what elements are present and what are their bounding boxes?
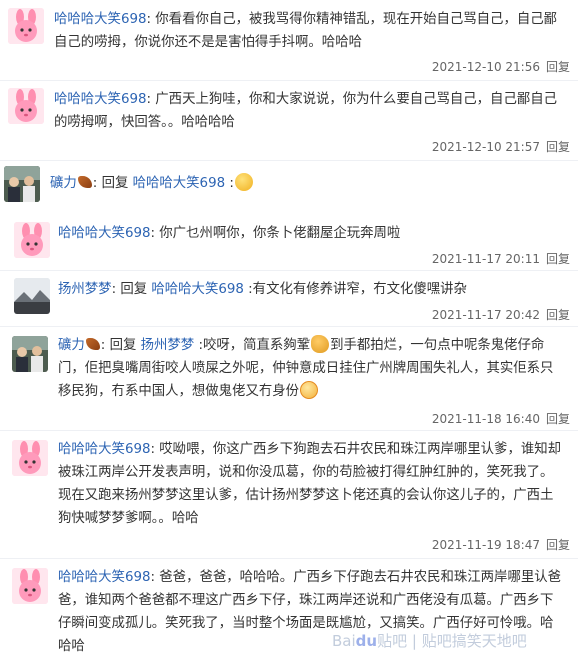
timestamp: 2021-11-18 16:40 — [431, 412, 540, 426]
username-link[interactable]: 哈哈哈大笑698 — [54, 12, 147, 27]
group-photo-avatar-icon — [12, 336, 48, 372]
avatar[interactable] — [14, 278, 50, 314]
reply-word: 回复 — [101, 176, 129, 191]
avatar[interactable] — [12, 336, 48, 372]
reply-button[interactable]: 回复 — [546, 140, 570, 154]
comment-text: 哈哈哈大笑698: 你看看你自己，被我骂得你精神错乱，现在开始自己骂自己，自己鄙… — [54, 12, 558, 50]
reply-target-link[interactable]: 哈哈哈大笑698 — [151, 282, 244, 297]
timestamp: 2021-12-10 21:57 — [431, 140, 540, 154]
laugh-emoji-icon — [300, 381, 319, 399]
timestamp: 2021-11-17 20:42 — [431, 308, 540, 322]
watermark-label: 贴吧 — [377, 632, 408, 650]
watermark-forum: 贴吧搞笑天地吧 — [421, 632, 527, 650]
comment-text: 礦力: 回复 哈哈哈大笑698 : — [50, 172, 560, 195]
drumstick-icon — [85, 338, 100, 350]
drumstick-icon — [77, 176, 92, 188]
username-link[interactable]: 哈哈哈大笑698 — [58, 570, 151, 585]
baidu-tieba-watermark: Baidu贴吧 | 贴吧搞笑天地吧 — [332, 630, 527, 651]
reply-button[interactable]: 回复 — [546, 252, 570, 266]
reply-button[interactable]: 回复 — [546, 60, 570, 74]
reply-target-link[interactable]: 扬州梦梦 — [141, 338, 195, 353]
comment-meta: 2021-11-18 16:40 回复 — [432, 410, 570, 427]
timestamp: 2021-11-17 20:11 — [431, 252, 540, 266]
comment-body: 你广乜州啊你，你条卜佬翻屋企玩奔周啦 — [159, 226, 401, 241]
comment-meta: 2021-12-10 21:57 回复 — [432, 138, 570, 155]
reply-word: 回复 — [120, 282, 148, 297]
reply-button[interactable]: 回复 — [546, 308, 570, 322]
bunny-avatar-icon — [12, 440, 48, 476]
comment-7: 哈哈哈大笑698: 哎呦喂，你这广西乡下狗跑去石井农民和珠江两岸哪里认爹，谁知却… — [0, 430, 578, 558]
comment-text: 哈哈哈大笑698: 你广乜州啊你，你条卜佬翻屋企玩奔周啦 — [58, 226, 401, 241]
comment-meta: 2021-11-17 20:42 回复 — [432, 306, 570, 323]
comment-text: 哈哈哈大笑698: 广西天上狗哇，你和大家说说，你为什么要自己骂自己，自己鄙自己… — [54, 92, 558, 130]
bunny-avatar-icon — [8, 88, 44, 124]
bunny-avatar-icon — [12, 568, 48, 604]
avatar[interactable] — [12, 568, 48, 604]
baidu-paw-icon: du — [355, 632, 378, 650]
username-link[interactable]: 扬州梦梦 — [58, 282, 112, 297]
comment-meta: 2021-12-10 21:56 回复 — [432, 58, 570, 75]
timestamp: 2021-12-10 21:56 — [431, 60, 540, 74]
reply-word: 回复 — [109, 338, 137, 353]
comment-body: :有文化有修养讲窄，冇文化傻嘿讲杂 — [248, 282, 467, 297]
comment-5: 扬州梦梦: 回复 哈哈哈大笑698 :有文化有修养讲窄，冇文化傻嘿讲杂 2021… — [0, 270, 578, 326]
comment-1: 哈哈哈大笑698: 你看看你自己，被我骂得你精神错乱，现在开始自己骂自己，自己鄙… — [0, 0, 578, 80]
comment-body-part-1: :咬呀，简直系夠鞏 — [198, 338, 311, 353]
comment-4: 哈哈哈大笑698: 你广乜州啊你，你条卜佬翻屋企玩奔周啦 2021-11-17 … — [0, 212, 578, 270]
watermark-separator: | — [411, 632, 417, 650]
comment-text: 礦力: 回复 扬州梦梦 :咬呀，简直系夠鞏 到手都拍烂，一句点中呢条鬼佬仔命门，佢… — [58, 334, 563, 403]
reply-button[interactable]: 回复 — [546, 538, 570, 552]
comment-text: 扬州梦梦: 回复 哈哈哈大笑698 :有文化有修养讲窄，冇文化傻嘿讲杂 — [58, 282, 467, 297]
comment-2: 哈哈哈大笑698: 广西天上狗哇，你和大家说说，你为什么要自己骂自己，自己鄙自己… — [0, 80, 578, 160]
username-link[interactable]: 礦力 — [50, 176, 77, 191]
comment-text: 哈哈哈大笑698: 哎呦喂，你这广西乡下狗跑去石井农民和珠江两岸哪里认爹，谁知却… — [58, 442, 562, 526]
avatar[interactable] — [12, 440, 48, 476]
comment-meta: 2021-11-19 18:47 回复 — [432, 536, 570, 553]
watermark-logo: Bai — [332, 632, 356, 650]
avatar[interactable] — [4, 166, 40, 202]
username-link[interactable]: 哈哈哈大笑698 — [58, 442, 151, 457]
smile-emoji-icon — [234, 173, 253, 191]
avatar[interactable] — [14, 222, 50, 258]
comment-6: 礦力: 回复 扬州梦梦 :咬呀，简直系夠鞏 到手都拍烂，一句点中呢条鬼佬仔命门，佢… — [0, 326, 578, 430]
bunny-avatar-icon — [8, 8, 44, 44]
comment-meta: 2021-11-17 20:11 回复 — [432, 250, 570, 267]
reply-button[interactable]: 回复 — [546, 412, 570, 426]
landscape-avatar-icon — [14, 278, 50, 314]
clap-emoji-icon — [311, 335, 330, 353]
timestamp: 2021-11-19 18:47 — [431, 538, 540, 552]
bunny-avatar-icon — [14, 222, 50, 258]
comment-body: : — [229, 176, 234, 191]
avatar[interactable] — [8, 88, 44, 124]
group-photo-avatar-icon — [4, 166, 40, 202]
reply-target-link[interactable]: 哈哈哈大笑698 — [133, 176, 226, 191]
username-link[interactable]: 礦力 — [58, 338, 85, 353]
username-link[interactable]: 哈哈哈大笑698 — [58, 226, 151, 241]
username-link[interactable]: 哈哈哈大笑698 — [54, 92, 147, 107]
avatar[interactable] — [8, 8, 44, 44]
comment-3: 礦力: 回复 哈哈哈大笑698 : — [0, 160, 578, 212]
